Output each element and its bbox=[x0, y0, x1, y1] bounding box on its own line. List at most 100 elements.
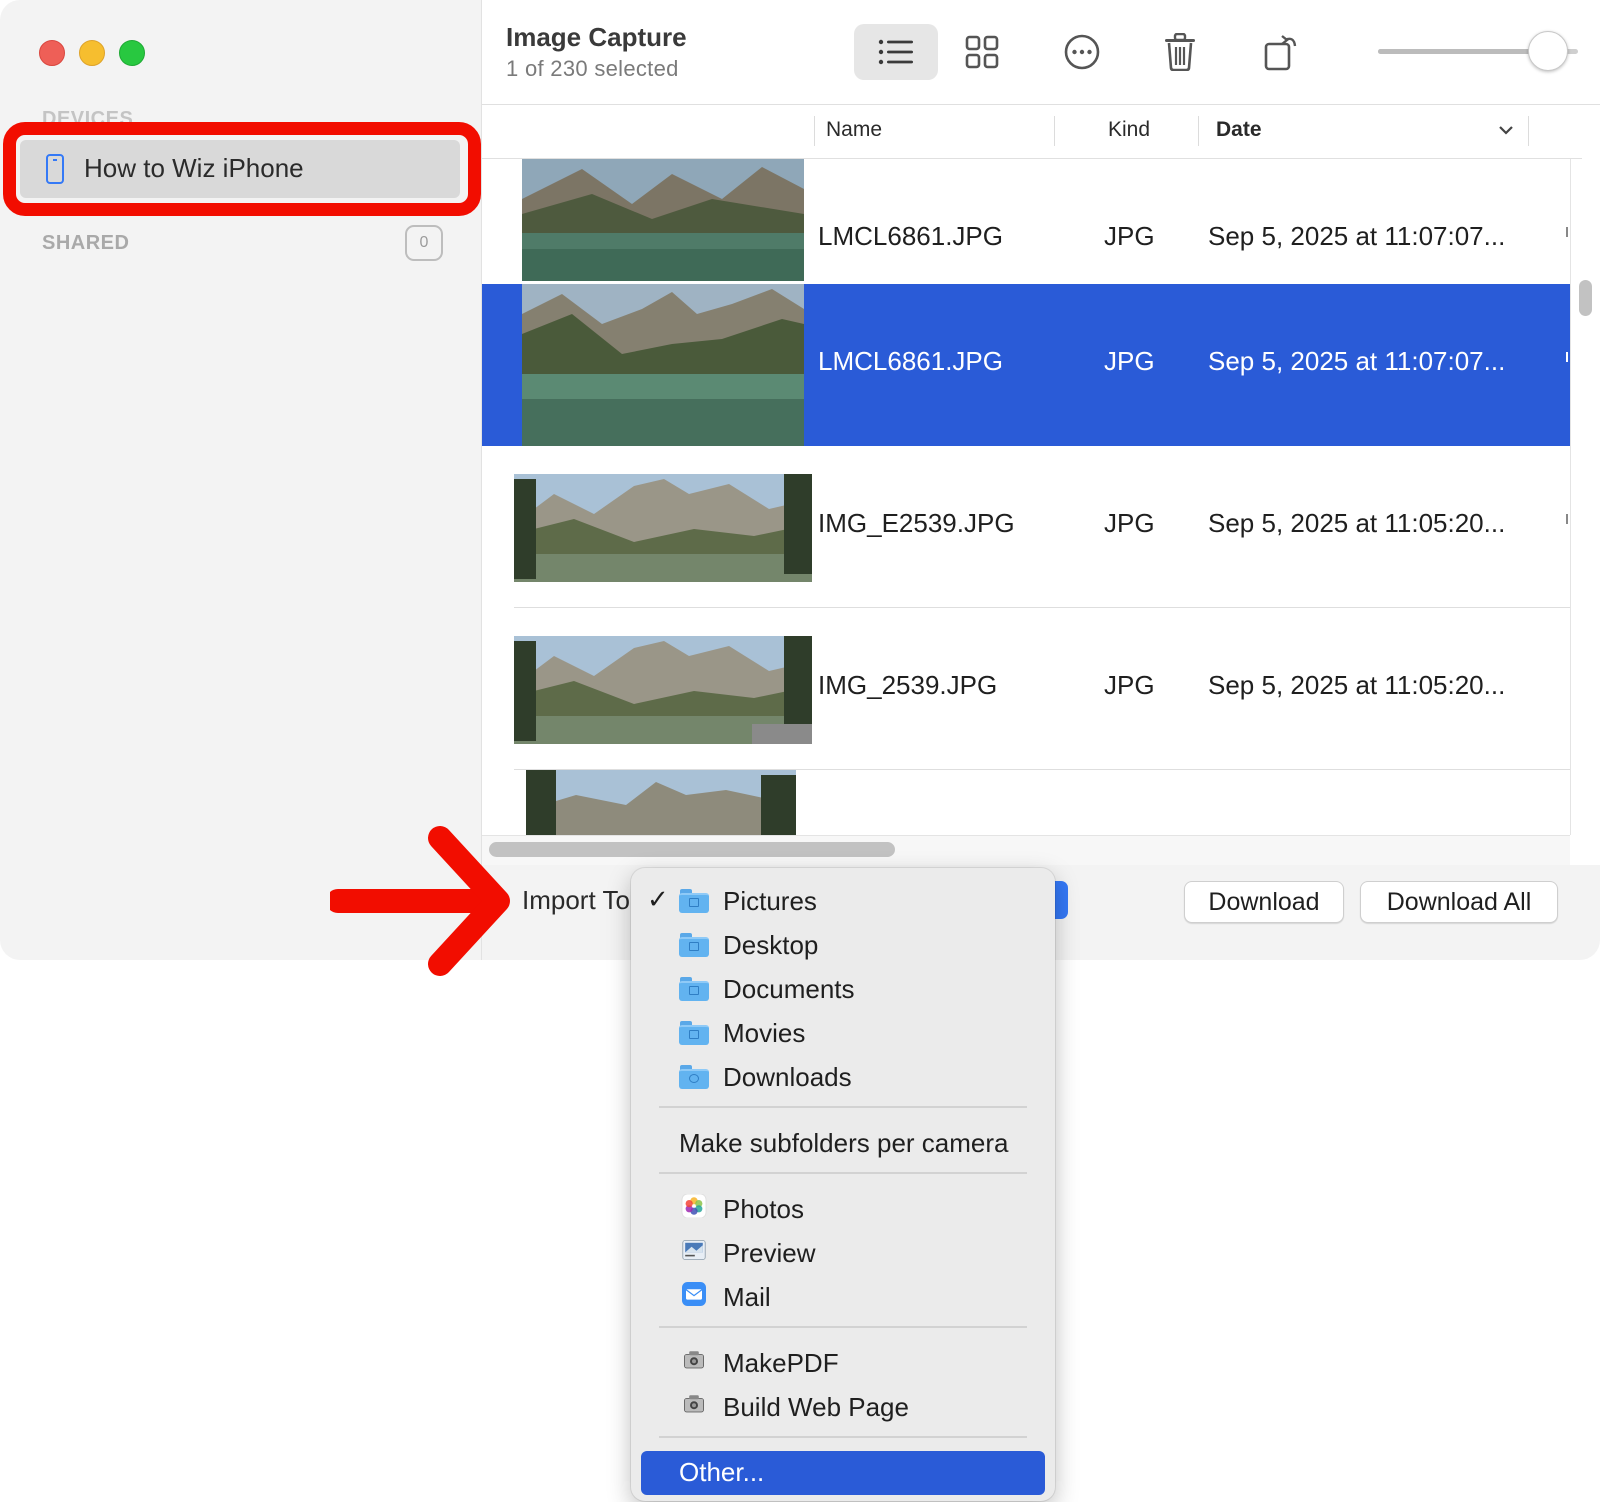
file-name: LMCL6861.JPG bbox=[818, 221, 1003, 251]
list-icon bbox=[878, 39, 913, 65]
file-kind: JPG bbox=[1104, 346, 1155, 376]
grid-icon bbox=[965, 35, 999, 69]
preview-app-icon bbox=[682, 1240, 706, 1260]
column-divider bbox=[1054, 116, 1055, 146]
toolbar-divider bbox=[482, 104, 1600, 105]
menu-separator bbox=[659, 1436, 1027, 1438]
import-to-label: Import To bbox=[522, 885, 630, 915]
file-kind: JPG bbox=[1104, 670, 1155, 700]
mail-app-icon bbox=[682, 1282, 706, 1306]
table-row[interactable]: IMG_2539.JPG JPG Sep 5, 2025 at 11:05:20… bbox=[482, 608, 1570, 770]
app-title: Image Capture bbox=[506, 22, 687, 52]
menu-item-desktop[interactable]: Desktop bbox=[631, 924, 1055, 968]
main-content: Image Capture 1 of 230 selected Name Kin… bbox=[482, 0, 1600, 960]
menu-item-label: Downloads bbox=[723, 1062, 852, 1092]
sidebar: DEVICES How to Wiz iPhone SHARED 0 bbox=[0, 0, 482, 960]
photos-app-icon bbox=[681, 1194, 707, 1218]
file-kind: JPG bbox=[1104, 221, 1155, 251]
menu-item-preview[interactable]: Preview bbox=[631, 1232, 1055, 1276]
download-all-button[interactable]: Download All bbox=[1360, 881, 1558, 923]
photo-thumbnail bbox=[522, 159, 804, 281]
file-kind: JPG bbox=[1104, 508, 1155, 538]
menu-item-other[interactable]: Other... bbox=[641, 1451, 1045, 1495]
file-name: LMCL6861.JPG bbox=[818, 346, 1003, 376]
checkmark-icon: ✓ bbox=[647, 884, 669, 914]
column-header-kind[interactable]: Kind bbox=[1108, 118, 1150, 142]
ellipsis-circle-icon bbox=[1064, 34, 1100, 70]
file-date: Sep 5, 2025 at 11:05:20... bbox=[1208, 670, 1506, 700]
menu-separator bbox=[659, 1172, 1027, 1174]
menu-item-label: MakePDF bbox=[723, 1348, 839, 1378]
download-button[interactable]: Download bbox=[1184, 881, 1344, 923]
movies-folder-icon bbox=[679, 1021, 709, 1045]
menu-item-label: Make subfolders per camera bbox=[679, 1128, 1009, 1158]
horizontal-scroll-area bbox=[482, 835, 1570, 865]
camera-action-icon bbox=[684, 1351, 704, 1369]
column-divider bbox=[814, 116, 815, 146]
documents-folder-icon bbox=[679, 977, 709, 1001]
menu-separator bbox=[659, 1106, 1027, 1108]
chevron-down-icon[interactable] bbox=[1498, 124, 1514, 136]
menu-item-label: Movies bbox=[723, 1018, 806, 1048]
menu-item-label: Other... bbox=[679, 1457, 765, 1487]
menu-item-label: Pictures bbox=[723, 886, 817, 916]
column-header-date[interactable]: Date bbox=[1216, 118, 1262, 142]
photo-thumbnail bbox=[526, 770, 796, 835]
horizontal-scrollbar[interactable] bbox=[489, 842, 895, 857]
menu-item-label: Desktop bbox=[723, 930, 819, 960]
minimize-window-button[interactable] bbox=[79, 40, 105, 66]
annotation-arrow-icon bbox=[330, 826, 510, 976]
menu-item-build-web-page[interactable]: Build Web Page bbox=[631, 1386, 1055, 1430]
pictures-folder-icon bbox=[679, 889, 709, 913]
menu-item-makepdf[interactable]: MakePDF bbox=[631, 1342, 1055, 1386]
vertical-scrollbar[interactable] bbox=[1579, 280, 1592, 316]
table-row[interactable]: IMG_E2539.JPG JPG Sep 5, 2025 at 11:05:2… bbox=[482, 446, 1570, 608]
column-divider bbox=[1528, 116, 1529, 146]
photo-thumbnail bbox=[522, 284, 804, 446]
selection-count: 1 of 230 selected bbox=[506, 56, 679, 81]
menu-item-mail[interactable]: Mail bbox=[631, 1276, 1055, 1320]
row-overflow-marker bbox=[1566, 514, 1568, 524]
menu-item-label: Mail bbox=[723, 1282, 771, 1312]
row-overflow-marker bbox=[1566, 352, 1568, 362]
list-border bbox=[1570, 159, 1571, 835]
file-name: IMG_2539.JPG bbox=[818, 670, 998, 700]
photo-thumbnail bbox=[514, 636, 812, 744]
menu-item-label: Photos bbox=[723, 1194, 804, 1224]
more-actions-button[interactable] bbox=[1040, 24, 1124, 80]
table-row-selected[interactable]: LMCL6861.JPG JPG Sep 5, 2025 at 11:07:07… bbox=[482, 284, 1570, 446]
photo-thumbnail bbox=[514, 474, 812, 582]
menu-item-make-subfolders[interactable]: Make subfolders per camera bbox=[631, 1122, 1055, 1166]
desktop-folder-icon bbox=[679, 933, 709, 957]
close-window-button[interactable] bbox=[39, 40, 65, 66]
file-name: IMG_E2539.JPG bbox=[818, 508, 1015, 538]
file-date: Sep 5, 2025 at 11:07:07... bbox=[1208, 221, 1506, 251]
trash-icon bbox=[1165, 33, 1195, 71]
rotate-button[interactable] bbox=[1240, 24, 1324, 80]
menu-item-downloads[interactable]: Downloads bbox=[631, 1056, 1055, 1100]
shared-section-header: SHARED bbox=[42, 232, 130, 254]
slider-fill bbox=[1378, 49, 1548, 54]
delete-button[interactable] bbox=[1138, 24, 1222, 80]
camera-action-icon bbox=[684, 1395, 704, 1413]
file-date: Sep 5, 2025 at 11:07:07... bbox=[1208, 346, 1506, 376]
image-capture-window: DEVICES How to Wiz iPhone SHARED 0 Image… bbox=[0, 0, 1600, 960]
menu-item-documents[interactable]: Documents bbox=[631, 968, 1055, 1012]
grid-view-button[interactable] bbox=[940, 24, 1024, 80]
list-view-button[interactable] bbox=[854, 24, 938, 80]
file-date: Sep 5, 2025 at 11:05:20... bbox=[1208, 508, 1506, 538]
menu-item-photos[interactable]: Photos bbox=[631, 1188, 1055, 1232]
column-header-name[interactable]: Name bbox=[826, 118, 882, 142]
downloads-folder-icon bbox=[679, 1065, 709, 1089]
slider-knob[interactable] bbox=[1528, 31, 1568, 71]
menu-item-movies[interactable]: Movies bbox=[631, 1012, 1055, 1056]
menu-item-pictures[interactable]: ✓ Pictures bbox=[631, 880, 1055, 924]
menu-item-label: Preview bbox=[723, 1238, 816, 1268]
shared-count-badge: 0 bbox=[405, 225, 443, 261]
row-overflow-marker bbox=[1566, 227, 1568, 237]
zoom-window-button[interactable] bbox=[119, 40, 145, 66]
file-list[interactable]: LMCL6861.JPG JPG Sep 5, 2025 at 11:07:07… bbox=[482, 159, 1570, 835]
menu-item-label: Documents bbox=[723, 974, 855, 1004]
table-row-partial[interactable] bbox=[482, 770, 1570, 835]
menu-separator bbox=[659, 1326, 1027, 1328]
